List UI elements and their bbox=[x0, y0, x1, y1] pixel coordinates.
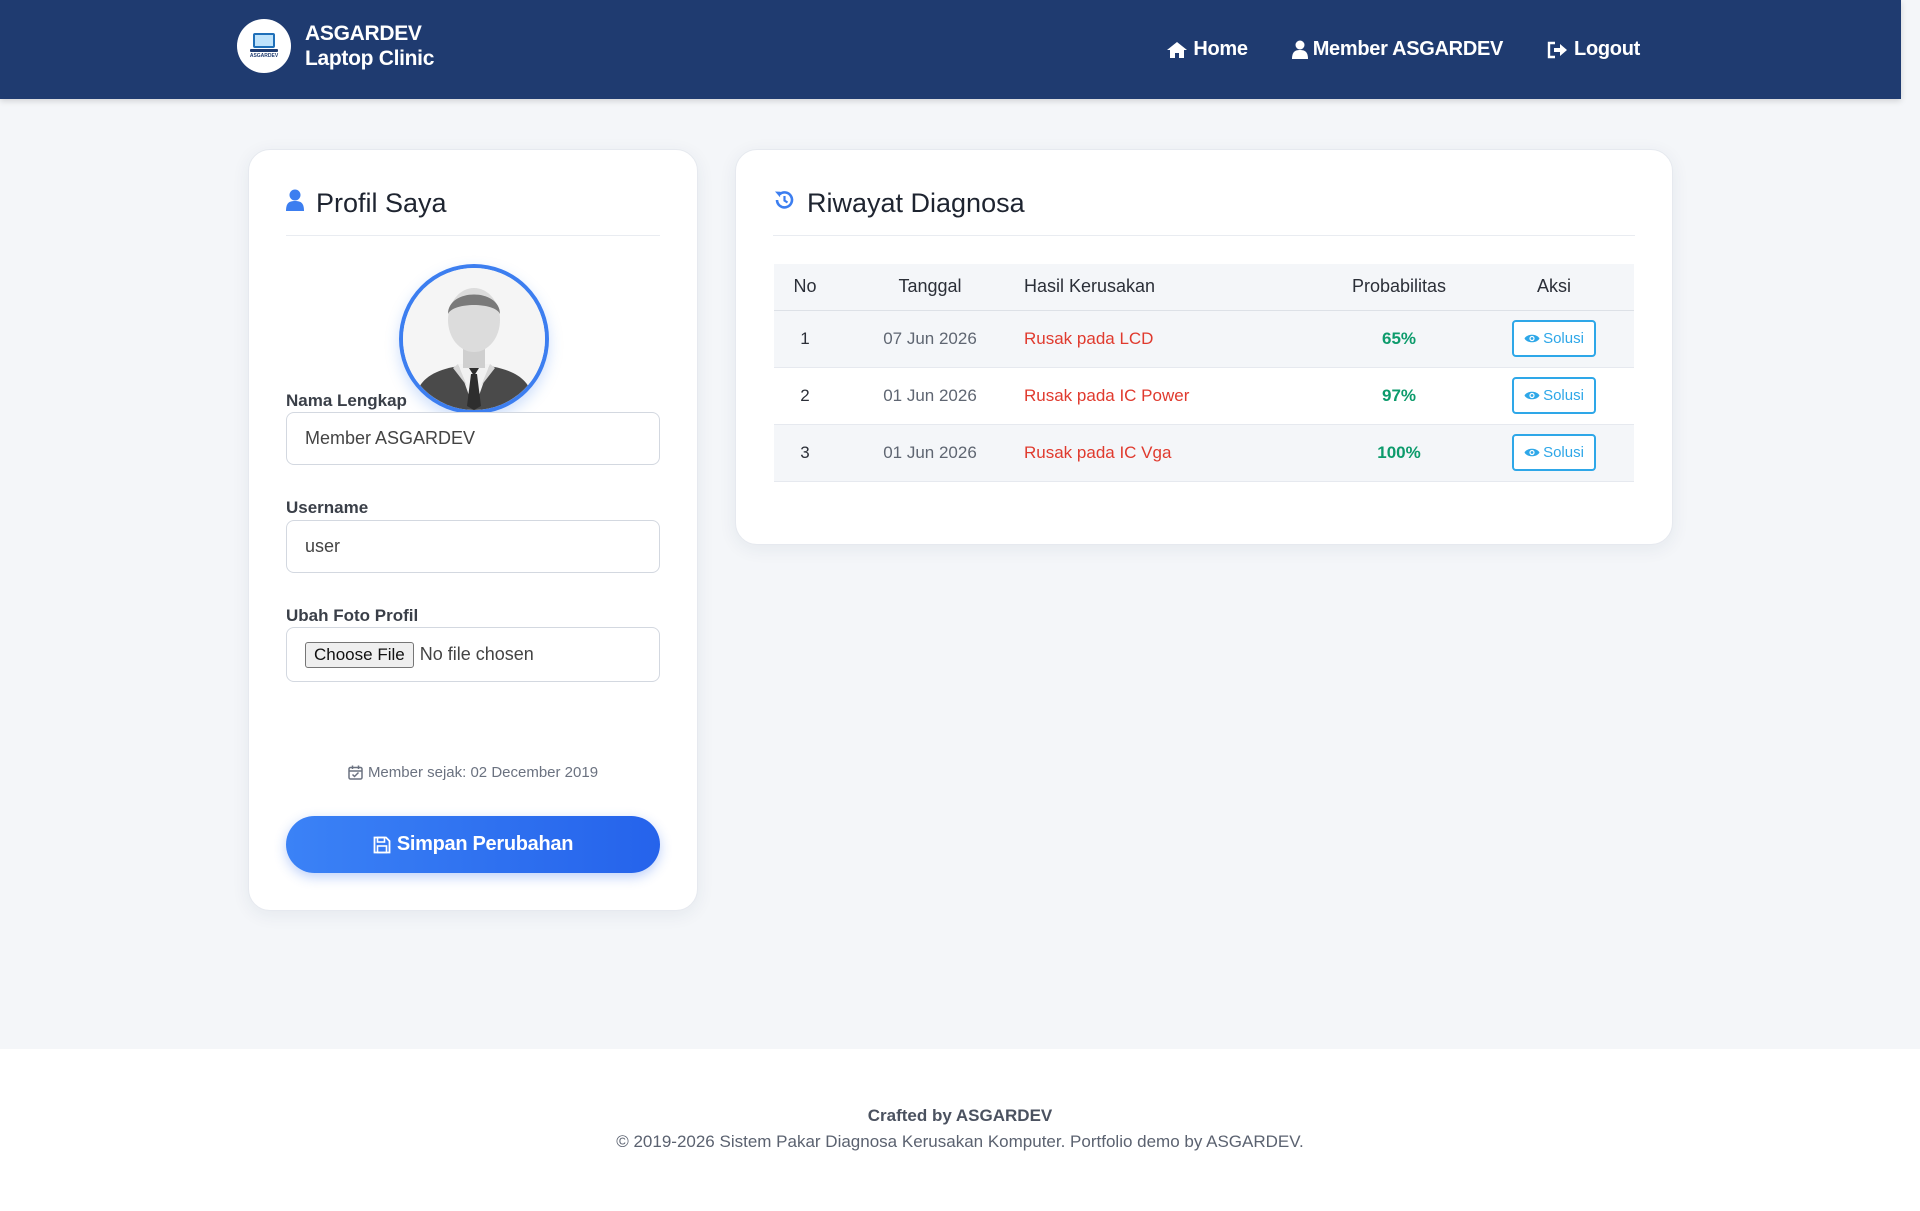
name-input-value: Member ASGARDEV bbox=[305, 428, 476, 448]
calendar-check-icon bbox=[348, 765, 363, 780]
solution-button[interactable]: Solusi bbox=[1512, 434, 1596, 471]
choose-file-button[interactable]: Choose File bbox=[305, 641, 414, 668]
avatar-image bbox=[403, 268, 545, 410]
solution-button-label: Solusi bbox=[1543, 444, 1584, 461]
solution-button[interactable]: Solusi bbox=[1512, 377, 1596, 414]
table-row: 3 01 Jun 2026 Rusak pada IC Vga 100% Sol… bbox=[774, 424, 1634, 482]
profile-card: Profil Saya Nama Lengkap Member ASGARDEV… bbox=[248, 149, 698, 911]
row-action: Solusi bbox=[1474, 367, 1634, 425]
row-action: Solusi bbox=[1474, 310, 1634, 368]
eye-icon bbox=[1524, 334, 1540, 343]
nav-logout-label: Logout bbox=[1574, 38, 1640, 60]
nav-member-label: Member ASGARDEV bbox=[1312, 38, 1504, 60]
logout-icon bbox=[1547, 41, 1568, 58]
brand-name: ASGARDEV Laptop Clinic bbox=[305, 21, 434, 71]
save-icon bbox=[373, 836, 391, 853]
member-since: Member sejak: 02 December 2019 bbox=[286, 764, 660, 781]
row-no: 2 bbox=[774, 367, 836, 425]
profile-title: Profil Saya bbox=[316, 188, 447, 218]
history-title: Riwayat Diagnosa bbox=[807, 188, 1025, 218]
table-header-row: No Tanggal Hasil Kerusakan Probabilitas … bbox=[774, 264, 1634, 311]
avatar bbox=[399, 264, 549, 414]
col-date: Tanggal bbox=[836, 264, 1024, 311]
row-probability: 97% bbox=[1324, 367, 1474, 425]
brand-line-2: Laptop Clinic bbox=[305, 47, 435, 70]
brand-line-1: ASGARDEV bbox=[305, 22, 422, 45]
table-row: 2 01 Jun 2026 Rusak pada IC Power 97% So… bbox=[774, 367, 1634, 425]
solution-button-label: Solusi bbox=[1543, 387, 1584, 404]
eye-icon bbox=[1524, 391, 1540, 400]
eye-icon bbox=[1524, 448, 1540, 457]
nav-logout-link[interactable]: Logout bbox=[1547, 38, 1640, 61]
username-input[interactable]: user bbox=[286, 520, 660, 573]
footer-crafted: Crafted by ASGARDEV bbox=[867, 1106, 1053, 1125]
home-icon bbox=[1167, 41, 1188, 58]
brand[interactable]: ASGARDEV ASGARDEV Laptop Clinic bbox=[237, 19, 434, 73]
row-probability: 100% bbox=[1324, 424, 1474, 482]
nav-home-label: Home bbox=[1193, 38, 1248, 60]
user-icon bbox=[286, 189, 304, 211]
row-date: 01 Jun 2026 bbox=[836, 424, 1024, 482]
member-since-text: Member sejak: 02 December 2019 bbox=[367, 764, 599, 781]
diagnosis-history-card: Riwayat Diagnosa No Tanggal Hasil Kerusa… bbox=[735, 149, 1673, 545]
nav-member-link[interactable]: Member ASGARDEV bbox=[1291, 38, 1504, 61]
laptop-icon bbox=[253, 33, 275, 48]
username-input-value: user bbox=[305, 536, 341, 556]
profile-card-header: Profil Saya bbox=[286, 186, 660, 236]
save-changes-button[interactable]: Simpan Perubahan bbox=[286, 816, 660, 873]
name-input[interactable]: Member ASGARDEV bbox=[286, 412, 660, 465]
save-button-label: Simpan Perubahan bbox=[396, 833, 574, 855]
table-row: 1 07 Jun 2026 Rusak pada LCD 65% Solusi bbox=[774, 310, 1634, 368]
row-probability: 65% bbox=[1324, 310, 1474, 368]
main-nav: Home Member ASGARDEV Logout bbox=[1122, 0, 1640, 99]
col-probability: Probabilitas bbox=[1324, 264, 1474, 311]
row-result: Rusak pada IC Vga bbox=[1024, 424, 1324, 482]
solution-button-label: Solusi bbox=[1543, 330, 1584, 347]
footer-copyright: © 2019-2026 Sistem Pakar Diagnosa Kerusa… bbox=[616, 1132, 1304, 1151]
photo-label: Ubah Foto Profil bbox=[286, 606, 419, 625]
navbar: ASGARDEV ASGARDEV Laptop Clinic Home Mem… bbox=[0, 0, 1901, 99]
row-no: 1 bbox=[774, 310, 836, 368]
row-date: 01 Jun 2026 bbox=[836, 367, 1024, 425]
col-action: Aksi bbox=[1474, 264, 1634, 311]
history-card-header: Riwayat Diagnosa bbox=[773, 186, 1635, 236]
col-result: Hasil Kerusakan bbox=[1024, 264, 1324, 311]
row-result: Rusak pada LCD bbox=[1024, 310, 1324, 368]
row-action: Solusi bbox=[1474, 424, 1634, 482]
row-no: 3 bbox=[774, 424, 836, 482]
user-icon bbox=[1291, 40, 1308, 59]
nav-home-link[interactable]: Home bbox=[1166, 38, 1248, 61]
brand-logo-text: ASGARDEV bbox=[249, 53, 279, 59]
brand-logo: ASGARDEV bbox=[237, 19, 291, 73]
photo-file-input[interactable]: Choose File No file chosen bbox=[286, 627, 660, 682]
row-result: Rusak pada IC Power bbox=[1024, 367, 1324, 425]
col-no: No bbox=[774, 264, 836, 311]
file-status: No file chosen bbox=[419, 644, 534, 664]
row-date: 07 Jun 2026 bbox=[836, 310, 1024, 368]
name-label: Nama Lengkap bbox=[286, 391, 407, 410]
history-icon bbox=[775, 191, 794, 209]
footer: Crafted by ASGARDEV © 2019-2026 Sistem P… bbox=[0, 1049, 1920, 1211]
diagnosis-table: No Tanggal Hasil Kerusakan Probabilitas … bbox=[774, 264, 1634, 482]
solution-button[interactable]: Solusi bbox=[1512, 320, 1596, 357]
username-label: Username bbox=[286, 498, 369, 517]
